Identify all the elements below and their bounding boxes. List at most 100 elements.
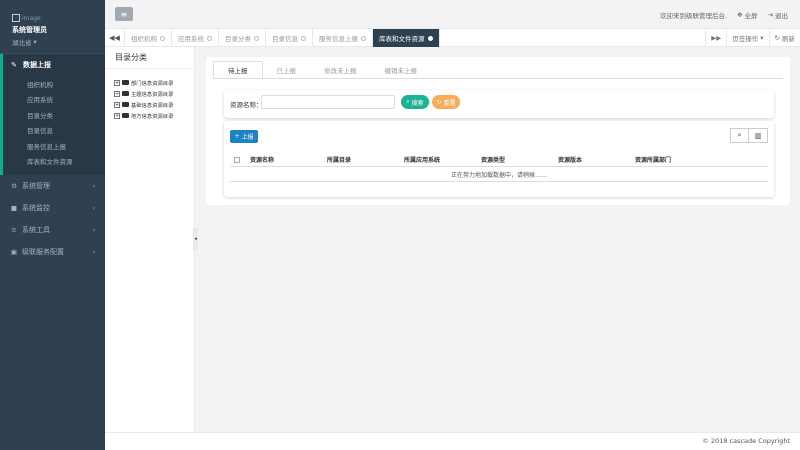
nav-item-system-tools[interactable]: ≡ 系统工具 ‹ [0,219,105,241]
columns-button[interactable]: ▥ [749,128,768,143]
nav-sub-item[interactable]: 服务信息上报 [3,138,105,154]
nav-head-data-report[interactable]: ✎ 数据上报 [3,54,105,76]
arrows-expand-icon: ✥ [737,10,743,19]
search-form: 资源名称： ⌕ 搜索 ↻ 重置 [224,90,774,118]
expand-plus-icon[interactable]: + [114,112,120,119]
close-tab-icon[interactable] [427,35,433,41]
search-icon: ⌕ [737,131,742,139]
close-tab-icon[interactable] [301,35,306,41]
main-panel: 待上报 已上报 修改未上报 撤销未上报 资源名称： ⌕ 搜索 ↻ 重置 + 上报… [206,57,790,205]
forward-icon: ▶▶ [711,34,722,42]
table-tools: ⌕ ▥ [730,128,768,143]
tree-node[interactable]: + 部门信息资源目录 [114,77,194,88]
column-header[interactable]: 所属应用系统 [404,155,481,164]
caret-down-icon: ▾ [760,34,764,42]
close-tab-icon[interactable] [160,35,165,41]
folder-icon [122,80,129,85]
image-placeholder-icon [12,14,20,22]
table-loading-message: 正在努力地加载数据中，请稍候…… [230,168,768,182]
tab-catalog-info[interactable]: 目录信息 [266,29,313,47]
close-tab-icon[interactable] [207,35,212,41]
tab-revoked-unreported[interactable]: 撤销未上报 [371,61,432,79]
resource-name-input[interactable] [261,95,395,109]
nav-sub-item[interactable]: 目录信息 [3,123,105,139]
toggle-search-button[interactable]: ⌕ [730,128,749,143]
folder-icon [122,102,129,107]
tab-app-system[interactable]: 应用系统 [172,29,219,47]
page-tabs: 组织机构 应用系统 目录分类 目录信息 服务信息上报 库表和文件资源 [125,29,440,47]
close-tab-icon[interactable] [361,35,366,41]
nav-item-system-monitor[interactable]: ■ 系统监控 ‹ [0,197,105,219]
gear-icon: ⚙ [11,182,17,190]
tabs-right-actions: ▶▶ 页签操作 ▾ ↻ 刷新 [705,29,800,47]
tabs-scroll-right-button[interactable]: ▶▶ [705,29,726,47]
columns-icon: ▥ [754,131,762,140]
top-header: ≡ 欢迎来到级联管理后台. ✥ 全屏 ⇥ 退出 [105,0,800,29]
sign-out-icon: ⇥ [767,10,773,19]
expand-plus-icon[interactable]: + [114,90,120,97]
plus-icon: + [234,133,240,140]
folder-icon [122,91,129,96]
tab-table-file-resources[interactable]: 库表和文件资源 [373,29,440,47]
chevron-left-icon: ‹ [92,248,95,256]
column-header[interactable]: 资源版本 [558,155,635,164]
logout-button[interactable]: ⇥ 退出 [768,10,788,20]
welcome-text: 欢迎来到级联管理后台. [660,11,728,20]
profile-image[interactable]: image [12,14,105,22]
catalog-tree: + 部门信息资源目录 + 主题信息资源目录 + 基础信息资源目录 + 地方信息资… [105,69,194,121]
nav-sub-item[interactable]: 库表和文件资源 [3,154,105,170]
footer: © 2018 cascade Copyright [105,432,800,450]
catalog-tree-panel: 目录分类 + 部门信息资源目录 + 主题信息资源目录 + 基础信息资源目录 + … [105,47,195,432]
book-icon: ▣ [10,248,18,256]
resource-table-panel: + 上报 ⌕ ▥ 资源名称 所属目录 所属应用系统 资源类型 资源版本 资源所属… [224,121,774,197]
search-button[interactable]: ⌕ 搜索 [401,95,429,109]
fullscreen-button[interactable]: ✥ 全屏 [737,10,757,20]
table-header: 资源名称 所属目录 所属应用系统 资源类型 资源版本 资源所属部门 [230,153,768,167]
column-header[interactable]: 资源类型 [481,155,558,164]
report-button[interactable]: + 上报 [230,130,258,143]
menu-toggle-button[interactable]: ≡ [115,7,133,21]
tab-modified-unreported[interactable]: 修改未上报 [310,61,371,79]
caret-down-icon: ▾ [33,38,37,46]
tab-catalog-category[interactable]: 目录分类 [219,29,266,47]
nav-item-cascade-config[interactable]: ▣ 级联服务配置 ‹ [0,241,105,263]
tab-service-report[interactable]: 服务信息上报 [313,29,373,47]
tree-collapse-handle[interactable]: ◂ [193,228,198,250]
video-icon: ■ [10,204,18,212]
tabs-scroll-left-button[interactable]: ◀◀ [105,29,125,47]
chevron-left-icon: ‹ [92,182,95,190]
tab-pending-report[interactable]: 待上报 [213,61,263,79]
copyright-text: © 2018 cascade Copyright [702,437,790,445]
column-header[interactable]: 资源所属部门 [635,155,712,164]
edit-icon: ✎ [11,61,17,69]
tab-org[interactable]: 组织机构 [125,29,172,47]
chevron-left-icon: ‹ [92,226,95,234]
nav-sub-item[interactable]: 组织机构 [3,76,105,92]
user-dept-dropdown[interactable]: 湖北省 ▾ [12,37,105,47]
page-ops-dropdown[interactable]: 页签操作 ▾ [726,29,768,47]
nav-item-system-manage[interactable]: ⚙ 系统管理 ‹ [0,175,105,197]
hamburger-icon: ≡ [120,9,128,19]
tree-node[interactable]: + 主题信息资源目录 [114,88,194,99]
expand-plus-icon[interactable]: + [114,101,120,108]
column-header[interactable]: 资源名称 [250,155,327,164]
nav-sub-item[interactable]: 目录分类 [3,107,105,123]
list-icon: ≡ [11,226,17,234]
tab-reported[interactable]: 已上报 [263,61,311,79]
search-label: 资源名称： [230,101,263,109]
select-all-checkbox[interactable] [234,156,240,163]
refresh-button[interactable]: ↻ 刷新 [768,29,800,47]
expand-plus-icon[interactable]: + [114,79,120,86]
user-name: 系统管理员 [12,26,47,34]
reset-button[interactable]: ↻ 重置 [432,95,460,109]
tree-title: 目录分类 [105,47,194,69]
column-header[interactable]: 所属目录 [327,155,404,164]
search-icon: ⌕ [406,98,410,105]
tree-node[interactable]: + 基础信息资源目录 [114,99,194,110]
tree-node[interactable]: + 地方信息资源目录 [114,110,194,121]
close-tab-icon[interactable] [254,35,259,41]
nav-sub-item[interactable]: 应用系统 [3,92,105,108]
backward-icon: ◀◀ [109,34,120,42]
refresh-icon: ↻ [774,34,780,42]
profile: image 系统管理员 湖北省 ▾ [0,0,105,53]
